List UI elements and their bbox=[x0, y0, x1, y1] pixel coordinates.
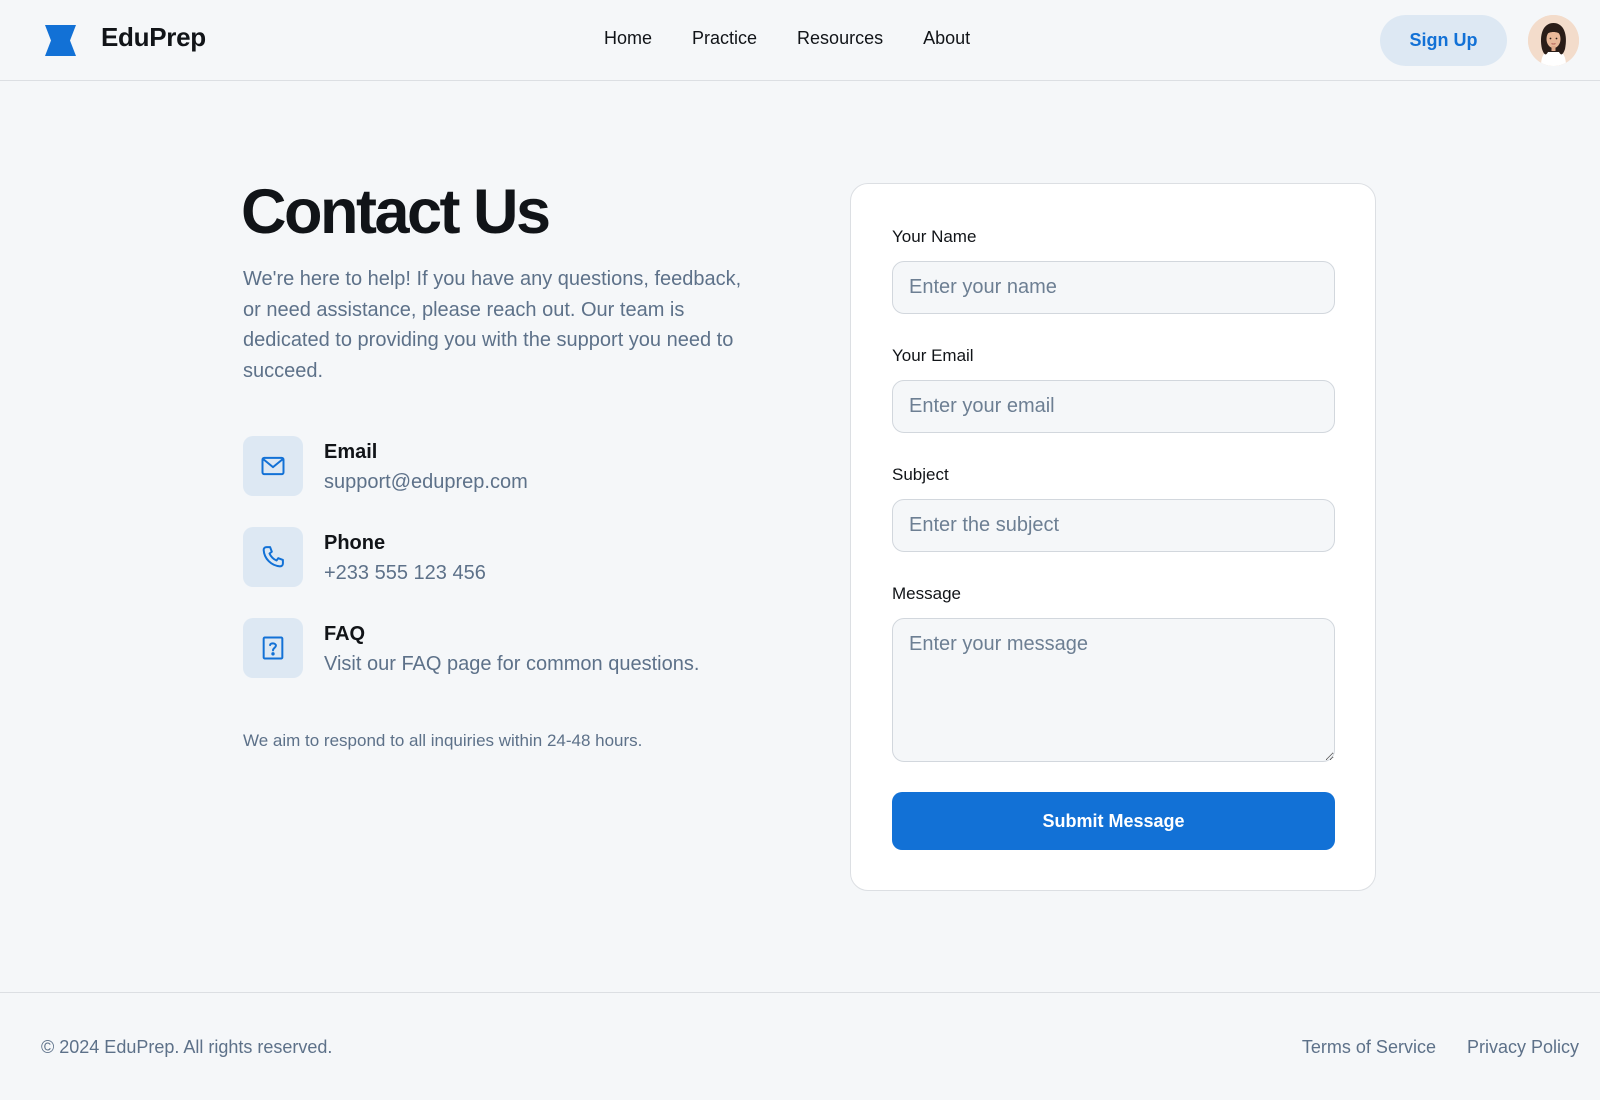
email-input[interactable] bbox=[892, 380, 1335, 433]
privacy-policy-link[interactable]: Privacy Policy bbox=[1467, 1037, 1579, 1058]
response-time-note: We aim to respond to all inquiries withi… bbox=[243, 731, 643, 750]
subject-input[interactable] bbox=[892, 499, 1335, 552]
brand-name[interactable]: EduPrep bbox=[101, 22, 206, 53]
sign-up-button[interactable]: Sign Up bbox=[1380, 15, 1507, 66]
phone-icon bbox=[262, 546, 284, 568]
mail-icon bbox=[261, 456, 285, 476]
contact-label: Phone bbox=[324, 532, 386, 554]
mail-icon-box bbox=[243, 436, 303, 496]
contact-form: Your Name Your Email Subject Message Sub… bbox=[850, 183, 1376, 891]
nav-item-practice[interactable]: Practice bbox=[692, 28, 757, 49]
contact-phone: Phone +233 555 123 456 bbox=[243, 527, 486, 587]
nav-item-resources[interactable]: Resources bbox=[797, 28, 883, 49]
contact-email-link[interactable]: support@eduprep.com bbox=[324, 469, 528, 495]
nav-item-about[interactable]: About bbox=[923, 28, 970, 49]
phone-icon-box bbox=[243, 527, 303, 587]
message-textarea[interactable] bbox=[892, 618, 1335, 762]
bowtie-logo-icon[interactable] bbox=[45, 25, 76, 56]
contact-phone-link[interactable]: +233 555 123 456 bbox=[324, 560, 486, 586]
avatar-portrait bbox=[1528, 15, 1579, 66]
contact-label: Email bbox=[324, 441, 378, 463]
user-avatar[interactable] bbox=[1528, 15, 1579, 66]
submit-message-button[interactable]: Submit Message bbox=[892, 792, 1335, 850]
help-icon bbox=[262, 636, 284, 660]
message-label: Message bbox=[892, 584, 961, 603]
help-icon-box bbox=[243, 618, 303, 678]
page-title: Contact Us bbox=[241, 177, 551, 247]
name-label: Your Name bbox=[892, 227, 977, 246]
copyright-text: © 2024 EduPrep. All rights reserved. bbox=[41, 1037, 333, 1057]
name-input[interactable] bbox=[892, 261, 1335, 314]
footer-links: Terms of Service Privacy Policy bbox=[1302, 1037, 1579, 1058]
site-footer: © 2024 EduPrep. All rights reserved. Ter… bbox=[0, 992, 1600, 1100]
terms-of-service-link[interactable]: Terms of Service bbox=[1302, 1037, 1436, 1058]
intro-text: We're here to help! If you have any ques… bbox=[243, 268, 742, 382]
email-label: Your Email bbox=[892, 346, 974, 365]
contact-label: FAQ bbox=[324, 623, 366, 645]
contact-email: Email support@eduprep.com bbox=[243, 436, 528, 496]
subject-label: Subject bbox=[892, 465, 949, 484]
nav-item-home[interactable]: Home bbox=[604, 28, 652, 49]
contact-faq: FAQ Visit our FAQ page for common questi… bbox=[243, 618, 699, 678]
site-header: EduPrep Home Practice Resources About Si… bbox=[0, 0, 1600, 81]
faq-link[interactable]: Visit our FAQ page for common questions. bbox=[324, 651, 699, 677]
main-nav: Home Practice Resources About bbox=[604, 28, 970, 49]
